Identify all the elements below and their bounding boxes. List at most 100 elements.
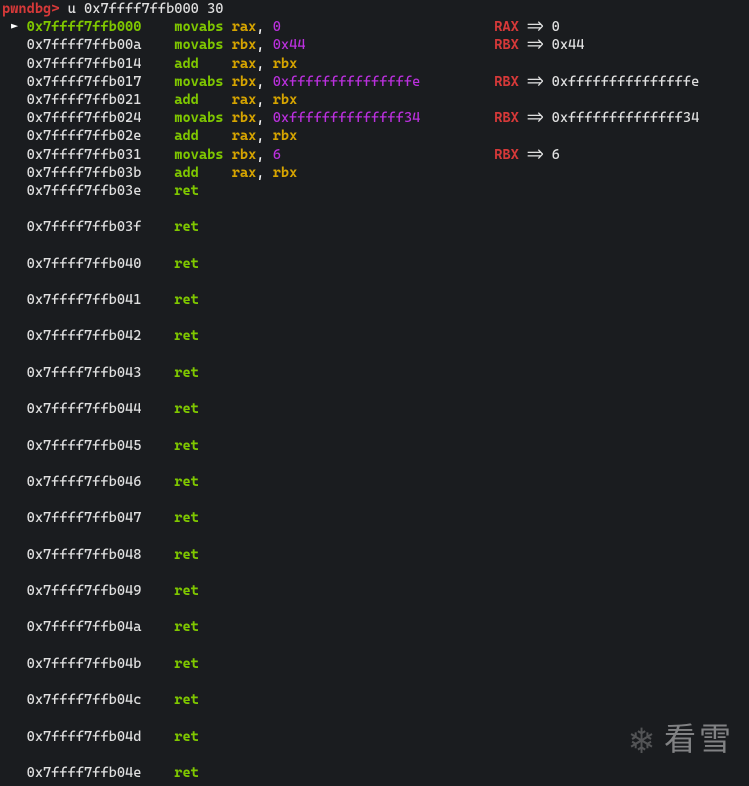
operand-register: rbx bbox=[273, 164, 298, 182]
current-pointer-icon bbox=[2, 691, 27, 709]
mnemonic: ret bbox=[174, 691, 223, 709]
operand-immediate: 6 bbox=[273, 146, 281, 164]
disasm-row: 0x7ffff7ffb047 ret bbox=[2, 509, 747, 527]
current-pointer-icon bbox=[2, 364, 27, 382]
instruction-address: 0x7ffff7ffb047 bbox=[27, 509, 142, 527]
mnemonic: movabs bbox=[174, 73, 223, 91]
mnemonic: ret bbox=[174, 437, 223, 455]
mnemonic: ret bbox=[174, 400, 223, 418]
instruction-address: 0x7ffff7ffb04c bbox=[27, 691, 142, 709]
instruction-address: 0x7ffff7ffb021 bbox=[27, 91, 142, 109]
disasm-row: 0x7ffff7ffb031 movabs rbx, 6 RBX => 6 bbox=[2, 146, 747, 164]
disasm-row: 0x7ffff7ffb045 ret bbox=[2, 437, 747, 455]
command-text: u 0x7ffff7ffb000 30 bbox=[68, 0, 224, 18]
arrow-icon: => 6 bbox=[519, 146, 560, 164]
mnemonic: ret bbox=[174, 509, 223, 527]
disasm-row: 0x7ffff7ffb042 ret bbox=[2, 327, 747, 345]
note-register: RBX bbox=[494, 36, 519, 54]
blank-line bbox=[2, 346, 747, 364]
current-pointer-icon bbox=[2, 73, 27, 91]
mnemonic: movabs bbox=[174, 18, 223, 36]
mnemonic: movabs bbox=[174, 36, 223, 54]
current-pointer-icon bbox=[2, 182, 27, 200]
disasm-row: 0x7ffff7ffb041 ret bbox=[2, 291, 747, 309]
operand-register: rax bbox=[232, 91, 257, 109]
current-pointer-icon bbox=[2, 509, 27, 527]
current-pointer-icon bbox=[2, 109, 27, 127]
mnemonic: add bbox=[174, 164, 223, 182]
note-register: RAX bbox=[494, 18, 519, 36]
instruction-address: 0x7ffff7ffb048 bbox=[27, 546, 142, 564]
mnemonic: movabs bbox=[174, 146, 223, 164]
instruction-address: 0x7ffff7ffb024 bbox=[27, 109, 142, 127]
blank-line bbox=[2, 491, 747, 509]
disasm-row: 0x7ffff7ffb024 movabs rbx, 0xfffffffffff… bbox=[2, 109, 747, 127]
arrow-icon: => 0xffffffffffffff34 bbox=[519, 109, 699, 127]
mnemonic: ret bbox=[174, 764, 223, 782]
instruction-address: 0x7ffff7ffb042 bbox=[27, 327, 142, 345]
mnemonic: ret bbox=[174, 364, 223, 382]
current-pointer-icon bbox=[2, 473, 27, 491]
current-pointer-icon bbox=[2, 55, 27, 73]
disasm-row: 0x7ffff7ffb040 ret bbox=[2, 255, 747, 273]
operand-register: rbx bbox=[273, 91, 298, 109]
instruction-address: 0x7ffff7ffb04a bbox=[27, 618, 142, 636]
blank-line bbox=[2, 309, 747, 327]
operand-register: rax bbox=[232, 55, 257, 73]
blank-line bbox=[2, 746, 747, 764]
current-pointer-icon bbox=[2, 327, 27, 345]
mnemonic: ret bbox=[174, 291, 223, 309]
mnemonic: ret bbox=[174, 582, 223, 600]
disasm-row: 0x7ffff7ffb043 ret bbox=[2, 364, 747, 382]
mnemonic: ret bbox=[174, 255, 223, 273]
arrow-icon: => 0 bbox=[519, 18, 560, 36]
blank-line bbox=[2, 527, 747, 545]
disasm-row: 0x7ffff7ffb03f ret bbox=[2, 218, 747, 236]
instruction-address: 0x7ffff7ffb017 bbox=[27, 73, 142, 91]
mnemonic: ret bbox=[174, 182, 223, 200]
prompt: pwndbg> bbox=[2, 0, 59, 18]
instruction-address: 0x7ffff7ffb041 bbox=[27, 291, 142, 309]
current-pointer-icon bbox=[2, 164, 27, 182]
current-pointer-icon bbox=[2, 582, 27, 600]
mnemonic: ret bbox=[174, 655, 223, 673]
instruction-address: 0x7ffff7ffb014 bbox=[27, 55, 142, 73]
disasm-row: 0x7ffff7ffb04c ret bbox=[2, 691, 747, 709]
current-pointer-icon bbox=[2, 655, 27, 673]
disasm-row: 0x7ffff7ffb00a movabs rbx, 0x44 RBX => 0… bbox=[2, 36, 747, 54]
instruction-address: 0x7ffff7ffb044 bbox=[27, 400, 142, 418]
instruction-address: 0x7ffff7ffb03e bbox=[27, 182, 142, 200]
mnemonic: movabs bbox=[174, 109, 223, 127]
current-pointer-icon bbox=[2, 127, 27, 145]
operand-immediate: 0x44 bbox=[273, 36, 306, 54]
arrow-icon: => 0x44 bbox=[519, 36, 585, 54]
operand-register: rbx bbox=[232, 73, 257, 91]
operand-register: rax bbox=[232, 164, 257, 182]
instruction-address: 0x7ffff7ffb02e bbox=[27, 127, 142, 145]
instruction-address: 0x7ffff7ffb049 bbox=[27, 582, 142, 600]
operand-register: rbx bbox=[232, 109, 257, 127]
operand-immediate: 0xffffffffffffff34 bbox=[273, 109, 421, 127]
note-register: RBX bbox=[494, 73, 519, 91]
operand-immediate: 0 bbox=[273, 18, 281, 36]
mnemonic: ret bbox=[174, 618, 223, 636]
current-pointer-icon bbox=[2, 255, 27, 273]
mnemonic: ret bbox=[174, 473, 223, 491]
blank-line bbox=[2, 273, 747, 291]
disasm-row: 0x7ffff7ffb021 add rax, rbx bbox=[2, 91, 747, 109]
operand-register: rbx bbox=[232, 36, 257, 54]
mnemonic: ret bbox=[174, 728, 223, 746]
blank-line bbox=[2, 455, 747, 473]
blank-line bbox=[2, 637, 747, 655]
disasm-row: 0x7ffff7ffb03b add rax, rbx bbox=[2, 164, 747, 182]
prompt-line: pwndbg> u 0x7ffff7ffb000 30 bbox=[2, 0, 747, 18]
blank-line bbox=[2, 564, 747, 582]
terminal-output[interactable]: pwndbg> u 0x7ffff7ffb000 30 ► 0x7ffff7ff… bbox=[0, 0, 749, 782]
instruction-address: 0x7ffff7ffb04b bbox=[27, 655, 142, 673]
mnemonic: ret bbox=[174, 546, 223, 564]
instruction-address: 0x7ffff7ffb04d bbox=[27, 728, 142, 746]
current-pointer-icon bbox=[2, 291, 27, 309]
mnemonic: add bbox=[174, 127, 223, 145]
disasm-row: 0x7ffff7ffb04e ret bbox=[2, 764, 747, 782]
note-register: RBX bbox=[494, 109, 519, 127]
